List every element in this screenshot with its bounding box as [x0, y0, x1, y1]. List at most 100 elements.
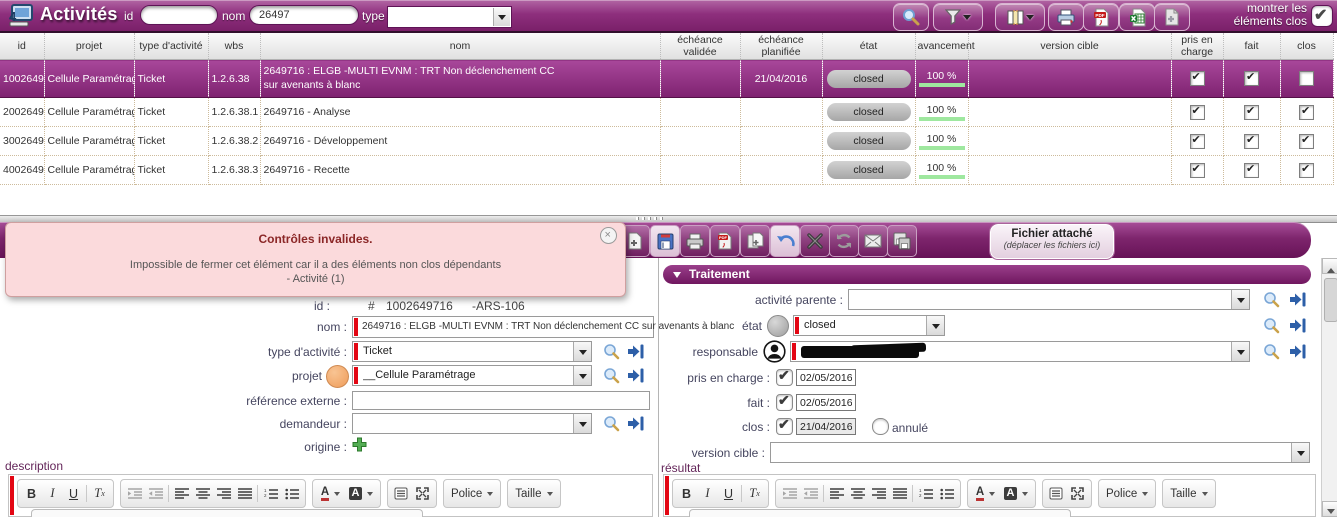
fait-checkbox[interactable]: [1244, 163, 1259, 178]
fait-checkbox[interactable]: [1244, 71, 1259, 86]
lookup-icon[interactable]: [1263, 291, 1280, 308]
columns-button[interactable]: [995, 3, 1045, 31]
bold-button[interactable]: B: [21, 483, 42, 505]
responsable-select[interactable]: [790, 341, 1250, 362]
maximize-icon[interactable]: [412, 483, 433, 505]
scroll-down-icon[interactable]: [1322, 501, 1337, 517]
print-button[interactable]: [1048, 3, 1084, 31]
add-icon[interactable]: [352, 437, 367, 452]
bullet-list-icon[interactable]: [936, 483, 957, 505]
text-color-button[interactable]: A: [971, 483, 1000, 505]
fait-checkbox[interactable]: [1244, 105, 1259, 120]
fait-checkbox[interactable]: [776, 394, 793, 411]
outdent-icon[interactable]: [145, 483, 166, 505]
font-family-button[interactable]: Police: [1102, 488, 1152, 500]
version-cible-select[interactable]: [770, 442, 1310, 463]
col-header-nom[interactable]: nom: [260, 33, 660, 60]
align-center-icon[interactable]: [847, 483, 868, 505]
attach-file-button[interactable]: Fichier attaché (déplacer les fichiers i…: [990, 224, 1114, 259]
col-header-pris-en-charge[interactable]: pris en charge: [1171, 33, 1223, 60]
delete-button[interactable]: [800, 225, 830, 257]
maximize-icon[interactable]: [1067, 483, 1088, 505]
close-icon[interactable]: [600, 227, 617, 244]
chevron-down-icon[interactable]: [573, 366, 591, 385]
bold-button[interactable]: B: [676, 483, 697, 505]
type-select[interactable]: Ticket: [352, 341, 592, 362]
goto-icon[interactable]: [1289, 317, 1306, 334]
export-pdf-button[interactable]: PDF: [1083, 3, 1119, 31]
save-button[interactable]: [650, 225, 680, 257]
align-justify-icon[interactable]: [889, 483, 910, 505]
bg-color-button[interactable]: A: [345, 483, 377, 505]
search-id-input[interactable]: [140, 5, 218, 25]
table-row[interactable]: 3002649716 Cellule Paramétrage Ticket 1.…: [0, 127, 1333, 156]
col-header-version-cible[interactable]: version cible: [968, 33, 1171, 60]
clos-checkbox[interactable]: [1299, 134, 1314, 149]
align-left-icon[interactable]: [171, 483, 192, 505]
search-type-select[interactable]: [387, 6, 512, 28]
chevron-down-icon[interactable]: [926, 316, 944, 335]
pris-en-charge-checkbox[interactable]: [776, 369, 793, 386]
underline-button[interactable]: U: [63, 483, 84, 505]
description-editor[interactable]: B I U Tx 12 A A: [8, 474, 653, 517]
mail-button[interactable]: [858, 225, 888, 257]
clos-checkbox[interactable]: [1299, 163, 1314, 178]
col-header-etat[interactable]: état: [822, 33, 915, 60]
pris-checkbox[interactable]: [1190, 163, 1205, 178]
table-row[interactable]: 2002649716 Cellule Paramétrage Ticket 1.…: [0, 98, 1333, 127]
goto-icon[interactable]: [1289, 291, 1306, 308]
chevron-down-icon[interactable]: [1231, 290, 1249, 309]
lookup-icon[interactable]: [1263, 317, 1280, 334]
chevron-down-icon[interactable]: [493, 8, 510, 26]
col-header-projet[interactable]: projet: [44, 33, 134, 60]
chevron-down-icon[interactable]: [1231, 342, 1249, 361]
align-justify-icon[interactable]: [234, 483, 255, 505]
col-header-id[interactable]: id: [0, 33, 44, 60]
export-pdf-button[interactable]: PDF: [710, 225, 740, 257]
filter-button[interactable]: [933, 3, 983, 31]
bullet-list-icon[interactable]: [281, 483, 302, 505]
search-nom-input[interactable]: [249, 5, 359, 25]
text-color-button[interactable]: A: [316, 483, 345, 505]
scrollbar-thumb[interactable]: [1324, 278, 1337, 322]
export-save-button[interactable]: [887, 225, 917, 257]
annule-checkbox[interactable]: [872, 418, 889, 435]
resultat-editor[interactable]: B I U Tx 12 A A: [663, 474, 1316, 517]
chevron-down-icon[interactable]: [573, 414, 591, 433]
new-element-button[interactable]: [1154, 3, 1190, 31]
col-header-avancement[interactable]: avancement: [915, 33, 968, 60]
pris-en-charge-date[interactable]: [796, 369, 856, 386]
scroll-up-icon[interactable]: [1322, 258, 1337, 274]
col-header-echeance-validee[interactable]: échéance validée: [660, 33, 740, 60]
demandeur-select[interactable]: [352, 413, 592, 434]
col-header-wbs[interactable]: wbs: [208, 33, 260, 60]
remove-format-button[interactable]: Tx: [89, 483, 110, 505]
fait-date[interactable]: [796, 394, 856, 411]
pris-checkbox[interactable]: [1190, 134, 1205, 149]
projet-select[interactable]: __Cellule Paramétrage: [352, 365, 592, 386]
font-family-button[interactable]: Police: [447, 488, 497, 500]
remove-format-button[interactable]: Tx: [744, 483, 765, 505]
chevron-down-icon[interactable]: [573, 342, 591, 361]
undo-button[interactable]: [770, 225, 800, 257]
col-header-type[interactable]: type d'activité: [134, 33, 208, 60]
italic-button[interactable]: I: [697, 483, 718, 505]
pris-checkbox[interactable]: [1190, 71, 1205, 86]
etat-select[interactable]: closed: [793, 315, 945, 336]
goto-icon[interactable]: [1289, 343, 1306, 360]
export-excel-button[interactable]: [1119, 3, 1155, 31]
chevron-down-icon[interactable]: [1291, 443, 1309, 462]
align-center-icon[interactable]: [192, 483, 213, 505]
show-closed-checkbox[interactable]: [1311, 5, 1333, 27]
align-right-icon[interactable]: [213, 483, 234, 505]
print-button[interactable]: [680, 225, 710, 257]
align-left-icon[interactable]: [826, 483, 847, 505]
clos-checkbox[interactable]: [1299, 105, 1314, 120]
fait-checkbox[interactable]: [1244, 134, 1259, 149]
underline-button[interactable]: U: [718, 483, 739, 505]
search-button[interactable]: [893, 3, 929, 31]
numbered-list-icon[interactable]: 12: [915, 483, 936, 505]
vertical-scrollbar[interactable]: [1321, 258, 1337, 517]
table-row[interactable]: 4002649716 Cellule Paramétrage Ticket 1.…: [0, 156, 1333, 185]
templates-icon[interactable]: [391, 483, 412, 505]
